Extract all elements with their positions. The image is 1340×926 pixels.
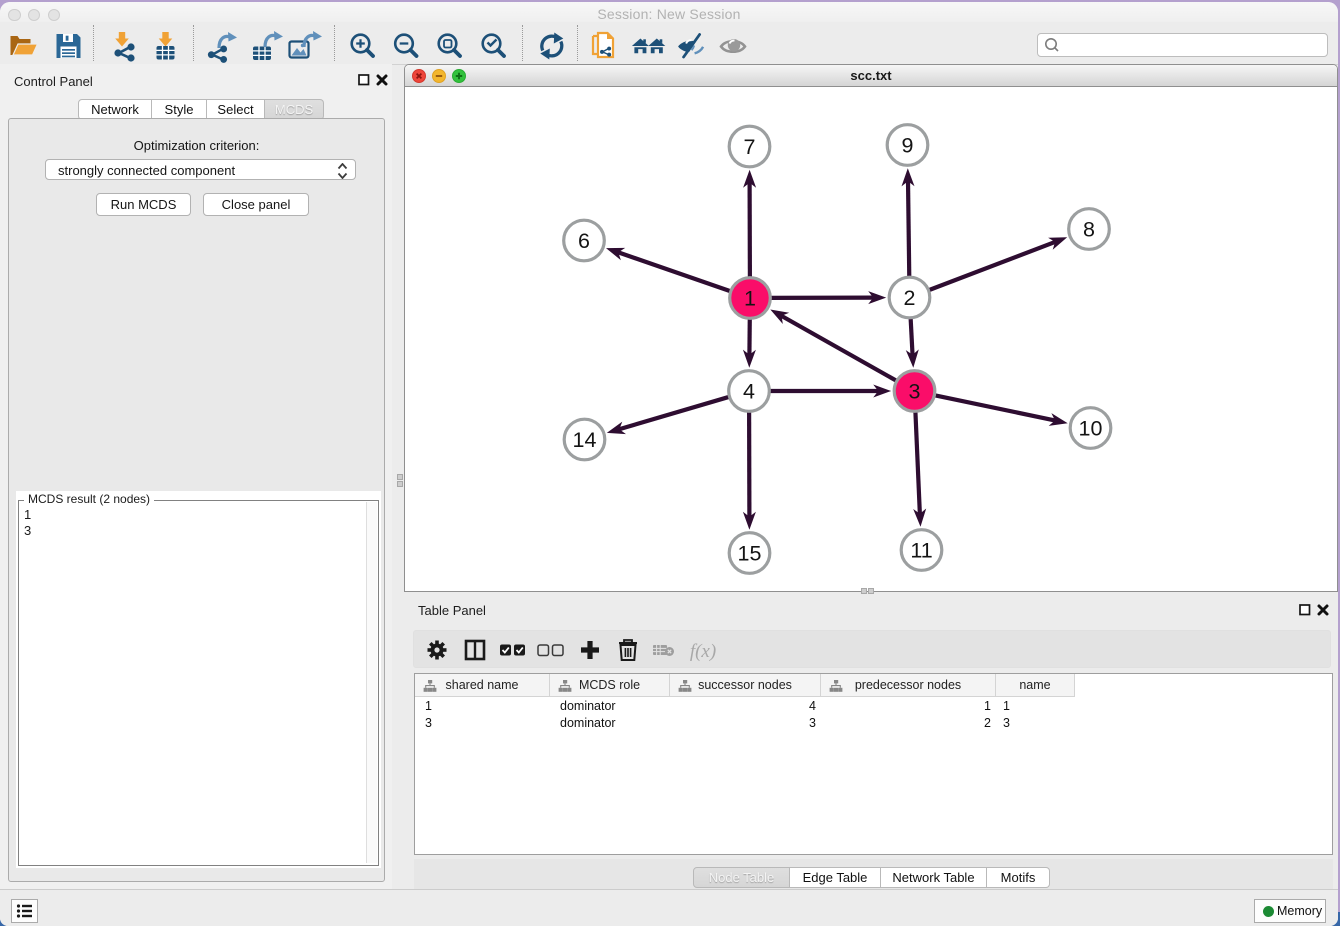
svg-text:1: 1 [744, 287, 756, 311]
svg-text:15: 15 [738, 542, 762, 566]
svg-text:f(x): f(x) [690, 641, 716, 662]
svg-text:2: 2 [904, 286, 916, 310]
svg-text:3: 3 [909, 380, 921, 404]
svg-text:6: 6 [578, 229, 590, 253]
svg-text:4: 4 [743, 380, 755, 404]
svg-text:7: 7 [744, 135, 756, 159]
svg-text:14: 14 [573, 428, 597, 452]
svg-text:8: 8 [1083, 218, 1095, 242]
svg-text:10: 10 [1079, 417, 1103, 441]
svg-text:9: 9 [902, 134, 914, 158]
svg-text:11: 11 [910, 539, 932, 563]
